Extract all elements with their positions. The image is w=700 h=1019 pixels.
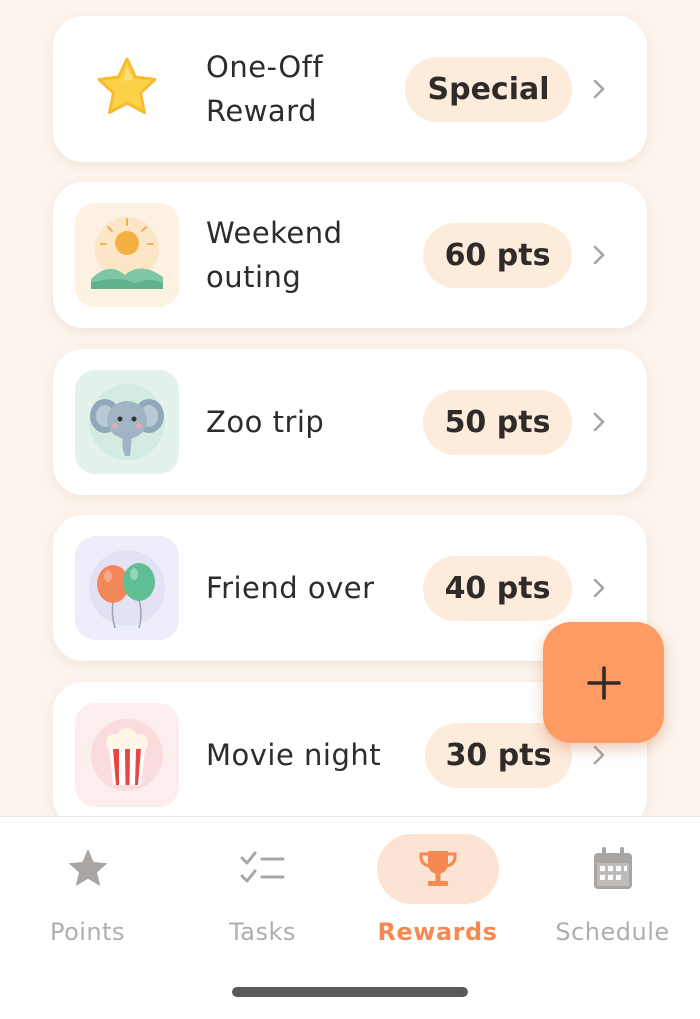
nav-label: Rewards xyxy=(377,918,498,946)
star-icon xyxy=(75,37,179,141)
nav-icon-wrap xyxy=(27,834,149,904)
home-indicator[interactable] xyxy=(232,987,468,997)
reward-title: Zoo trip xyxy=(206,405,325,439)
calendar-icon xyxy=(593,847,632,889)
reward-title: Movie night xyxy=(206,738,382,772)
reward-card[interactable]: One-Off Reward Special xyxy=(53,16,647,162)
nav-label: Schedule xyxy=(555,918,670,946)
nav-icon-wrap xyxy=(552,834,674,904)
chevron-right-icon xyxy=(593,412,605,432)
reward-points-badge: Special xyxy=(405,57,572,122)
chevron-right-icon xyxy=(593,79,605,99)
trophy-icon xyxy=(418,851,457,886)
nav-item-points[interactable]: Points xyxy=(0,817,175,957)
elephant-icon xyxy=(75,370,179,474)
nav-item-tasks[interactable]: Tasks xyxy=(175,817,350,957)
reward-points-badge: 40 pts xyxy=(423,556,572,621)
nav-label: Points xyxy=(49,918,126,946)
reward-title: One-Off Reward xyxy=(206,50,324,128)
popcorn-icon xyxy=(75,703,179,807)
plus-icon xyxy=(586,665,621,700)
reward-card[interactable]: Zoo trip 50 pts xyxy=(53,349,647,495)
nav-label: Tasks xyxy=(229,918,296,946)
reward-card[interactable]: Weekend outing 60 pts xyxy=(53,182,647,328)
reward-title: Weekend outing xyxy=(206,216,343,294)
reward-title: Friend over xyxy=(206,571,375,605)
star-icon xyxy=(68,849,107,886)
chevron-right-icon xyxy=(593,578,605,598)
balloons-icon xyxy=(75,536,179,640)
sunrise-icon xyxy=(75,203,179,307)
chevron-right-icon xyxy=(593,245,605,265)
nav-icon-wrap xyxy=(202,834,324,904)
nav-icon-wrap xyxy=(376,834,499,904)
nav-item-rewards[interactable]: Rewards xyxy=(350,817,525,957)
checklist-icon xyxy=(240,851,284,883)
reward-points-badge: 60 pts xyxy=(423,223,572,288)
add-reward-button[interactable] xyxy=(543,622,664,743)
reward-points-badge: 50 pts xyxy=(423,390,572,455)
chevron-right-icon xyxy=(593,745,605,765)
nav-item-schedule[interactable]: Schedule xyxy=(525,817,700,957)
